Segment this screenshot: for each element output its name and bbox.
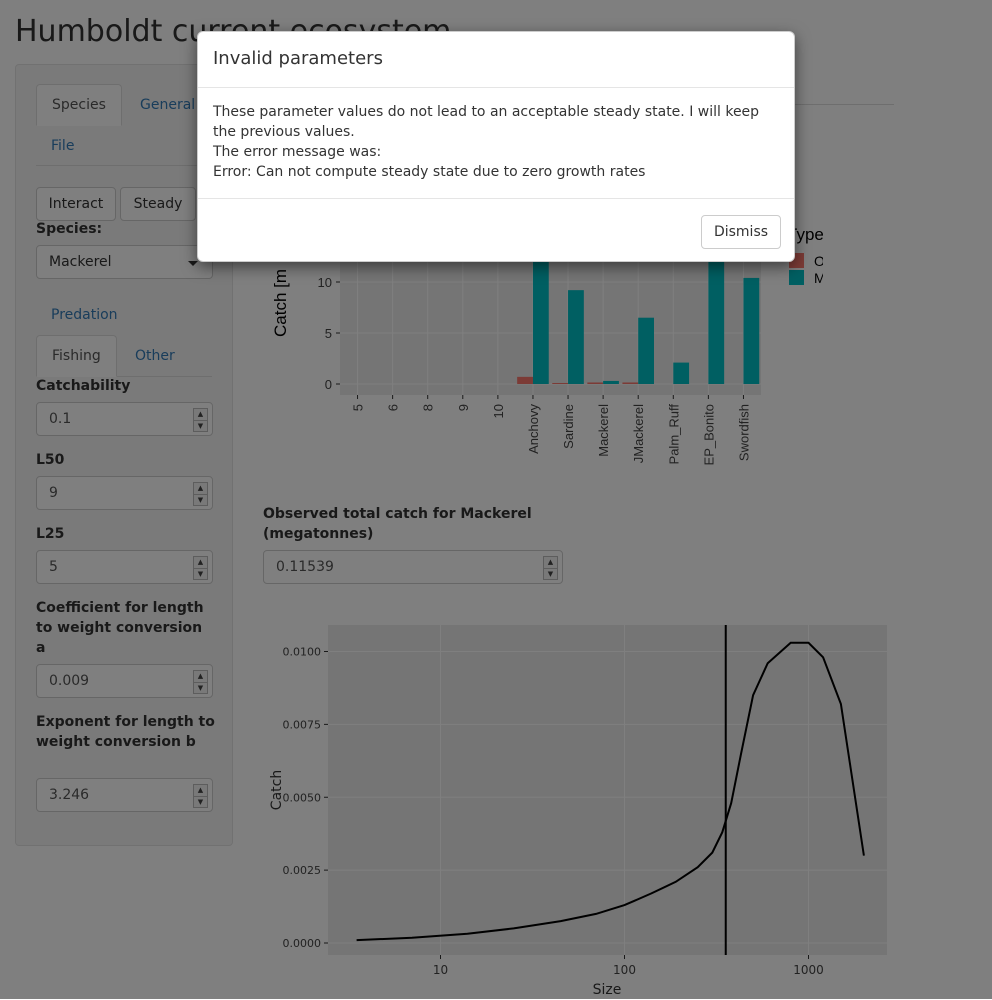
dismiss-button[interactable]: Dismiss — [701, 215, 781, 249]
modal-message: These parameter values do not lead to an… — [213, 104, 760, 140]
modal-footer: Dismiss — [198, 198, 794, 262]
modal-error-heading: The error message was: — [213, 144, 382, 160]
modal-header: Invalid parameters — [198, 32, 794, 88]
modal-error-message: Error: Can not compute steady state due … — [213, 164, 646, 180]
modal-title: Invalid parameters — [213, 48, 383, 69]
invalid-parameters-modal: Invalid parameters These parameter value… — [197, 31, 795, 262]
modal-body: These parameter values do not lead to an… — [213, 102, 781, 182]
